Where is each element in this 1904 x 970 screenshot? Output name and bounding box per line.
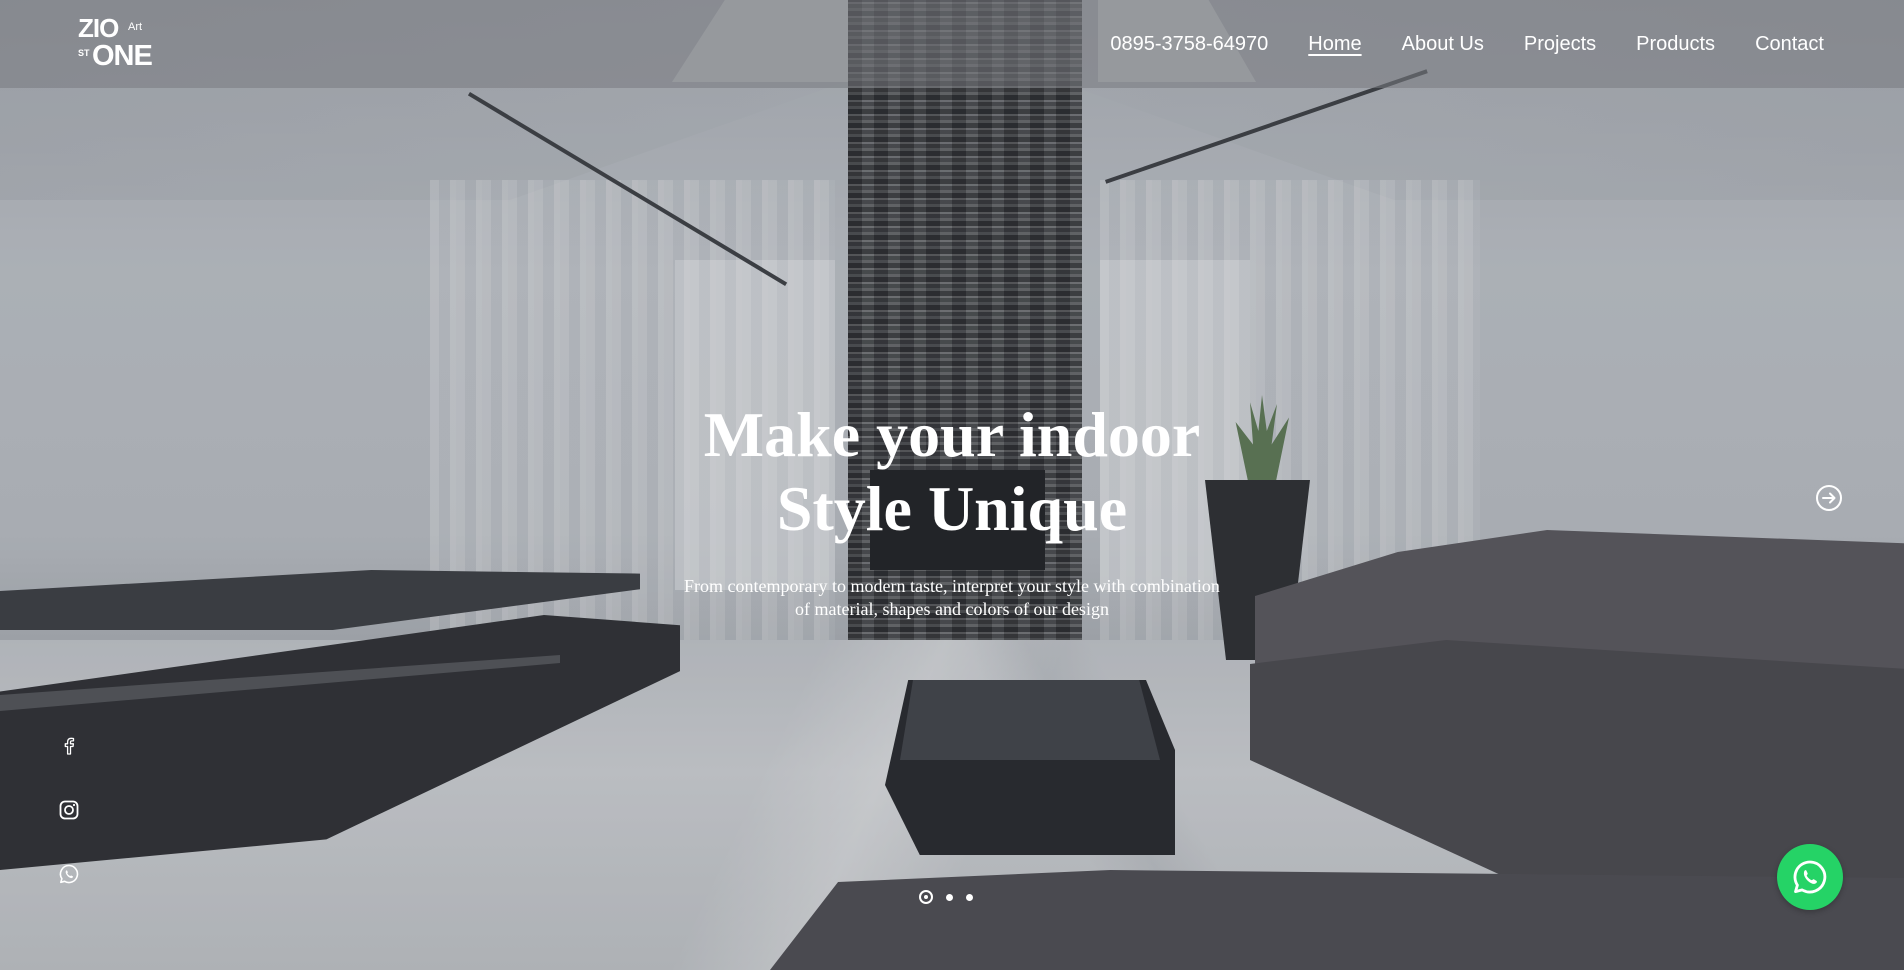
whatsapp-link[interactable] xyxy=(56,861,82,887)
facebook-link[interactable] xyxy=(56,733,82,759)
slider-next-button[interactable] xyxy=(1815,484,1843,512)
nav-phone-link[interactable]: 0895-3758-64970 xyxy=(1110,31,1268,57)
hero-title: Make your indoor Style Unique xyxy=(0,398,1904,546)
instagram-link[interactable] xyxy=(56,797,82,823)
slider-dot-1[interactable] xyxy=(919,890,933,904)
logo-text-st: ST xyxy=(78,48,90,58)
instagram-icon xyxy=(59,800,79,820)
hero-title-line-1: Make your indoor xyxy=(703,399,1201,470)
whatsapp-chat-button[interactable] xyxy=(1777,844,1843,910)
slider-dot-3[interactable] xyxy=(966,893,973,901)
slider-pagination xyxy=(919,890,973,904)
nav-item-contact[interactable]: Contact xyxy=(1755,31,1824,57)
logo-text-zio: ZIO xyxy=(78,13,119,43)
slider-dot-2[interactable] xyxy=(946,893,953,901)
hero-title-line-2: Style Unique xyxy=(776,473,1128,544)
hero-subtitle: From contemporary to modern taste, inter… xyxy=(650,575,1254,621)
whatsapp-icon xyxy=(59,864,79,884)
facebook-icon xyxy=(64,737,75,755)
nav-item-products[interactable]: Products xyxy=(1636,31,1715,57)
hero-subtitle-line-1: From contemporary to modern taste, inter… xyxy=(684,576,1220,596)
whatsapp-icon xyxy=(1793,860,1827,894)
arrow-right-circle-icon xyxy=(1816,485,1842,511)
hero-subtitle-line-2: of material, shapes and colors of our de… xyxy=(795,599,1109,619)
main-nav: 0895-3758-64970 Home About Us Projects P… xyxy=(1110,31,1824,57)
nav-item-home[interactable]: Home xyxy=(1308,31,1361,57)
logo-text-one: ONE xyxy=(92,40,153,72)
nav-item-projects[interactable]: Projects xyxy=(1524,31,1596,57)
site-logo[interactable]: ZIO Art ST ONE xyxy=(78,14,168,74)
logo-text-art: Art xyxy=(128,21,143,33)
nav-item-about-us[interactable]: About Us xyxy=(1402,31,1484,57)
site-header: ZIO Art ST ONE 0895-3758-64970 Home Abou… xyxy=(0,0,1904,88)
